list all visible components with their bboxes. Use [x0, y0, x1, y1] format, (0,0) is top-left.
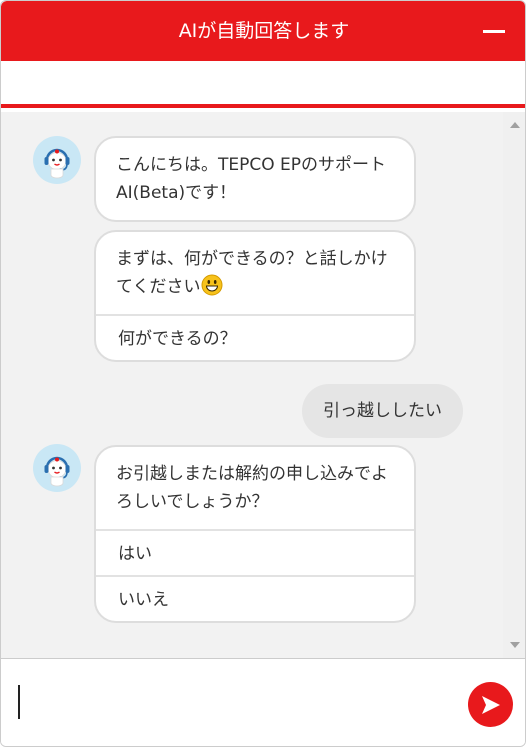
chat-header: AIが自動回答します [1, 1, 525, 61]
user-message-bubble: 引っ越ししたい [302, 384, 463, 438]
send-button[interactable] [468, 682, 513, 727]
message-text-with-emoji: まずは、何ができるの？と話しかけてください [96, 232, 414, 314]
message-input[interactable] [17, 681, 457, 721]
message-text: まずは、何ができるの？と話しかけてください [116, 249, 388, 297]
bot-message-bubble: こんにちは。TEPCO EPのサポートAI(Beta)です！ [94, 136, 416, 222]
quick-reply-option[interactable]: 何ができるの？ [96, 314, 414, 360]
send-arrow-icon [482, 696, 500, 714]
message-text: お引越しまたは解約の申し込みでよろしいでしょうか？ [116, 464, 388, 512]
text-caret [18, 685, 20, 719]
header-title: AIが自動回答します [178, 20, 350, 42]
chat-widget: AIが自動回答します こんにちは。TEPCO EPのサポートAI(Beta)です… [0, 0, 526, 747]
chat-scrollbar[interactable] [503, 112, 525, 658]
message-list: こんにちは。TEPCO EPのサポートAI(Beta)です！ まずは、何ができる… [1, 112, 501, 658]
bot-message-bubble: まずは、何ができるの？と話しかけてください 何ができるの？ [94, 230, 416, 362]
quick-reply-option-no[interactable]: いいえ [96, 575, 414, 621]
bot-message-bubble: お引越しまたは解約の申し込みでよろしいでしょうか？ はい いいえ [94, 445, 416, 623]
scroll-down-arrow-icon[interactable] [510, 642, 520, 648]
minimize-button[interactable] [479, 19, 509, 43]
quick-reply-option-yes[interactable]: はい [96, 529, 414, 575]
robot-operator-icon [33, 444, 81, 492]
message-text: こんにちは。TEPCO EPのサポートAI(Beta)です！ [116, 155, 387, 203]
chat-log[interactable]: こんにちは。TEPCO EPのサポートAI(Beta)です！ まずは、何ができる… [1, 112, 525, 658]
grinning-face-icon [201, 274, 223, 296]
message-composer [1, 658, 525, 746]
minus-icon [483, 30, 505, 33]
robot-operator-icon [33, 136, 81, 184]
scroll-up-arrow-icon[interactable] [510, 122, 520, 128]
header-subbar [1, 61, 525, 108]
